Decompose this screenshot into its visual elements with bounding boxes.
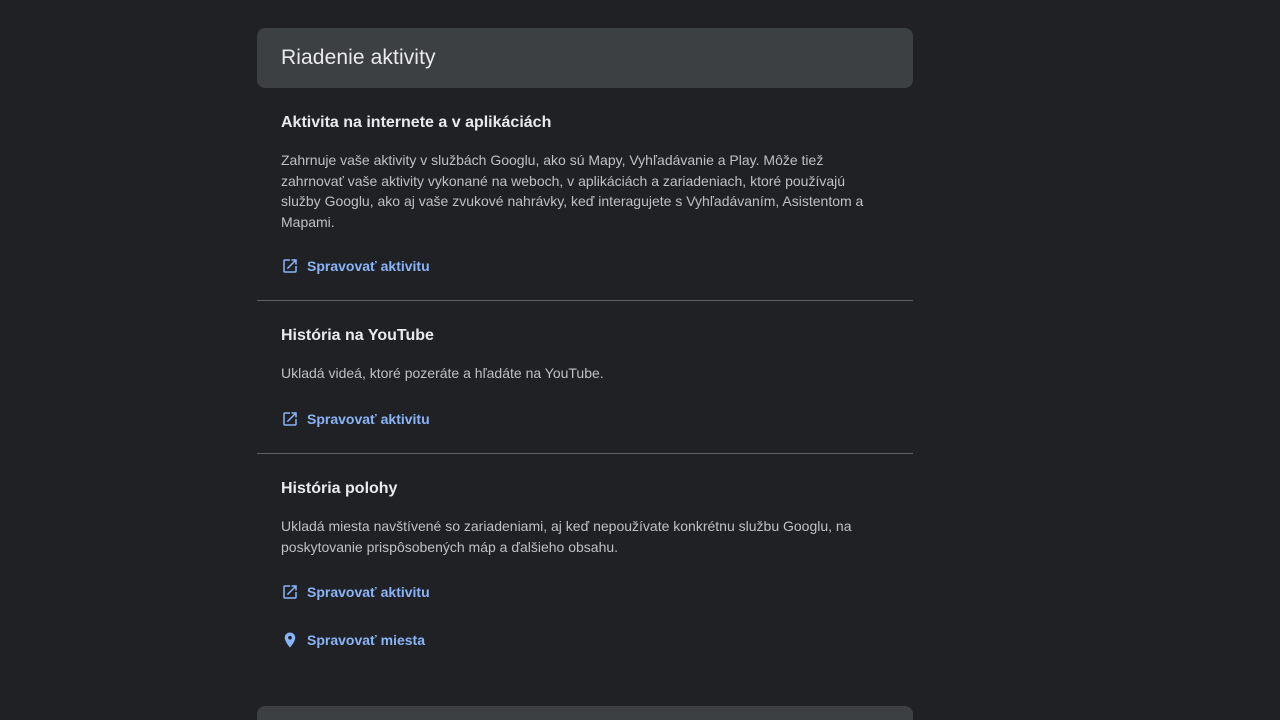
section-description: Zahrnuje vaše aktivity v službách Googlu… [281,152,864,230]
section-description: Ukladá miesta navštívené so zariadeniami… [281,518,852,555]
open-in-new-icon [283,412,297,426]
link-label: Spravovať aktivitu [307,411,430,427]
section-description: Ukladá videá, ktoré pozeráte a hľadáte n… [281,365,604,381]
activity-controls-header: Riadenie aktivity [257,28,913,88]
location-pin-icon [284,632,296,648]
link-label: Spravovať aktivitu [307,584,430,600]
section-location-history: História polohy Ukladá miesta navštívené… [257,479,913,669]
link-label: Spravovať aktivitu [307,258,430,274]
section-divider [257,453,913,454]
section-youtube-history: História na YouTube Ukladá videá, ktoré … [257,326,913,446]
link-label: Spravovať miesta [307,632,425,648]
next-card-header [257,706,913,720]
manage-places-link[interactable]: Spravovať miesta [281,628,425,652]
activity-controls-page: Riadenie aktivity Aktivita na internete … [0,0,1280,720]
section-web-app-activity: Aktivita na internete a v aplikáciách Za… [257,113,913,288]
manage-activity-link-location[interactable]: Spravovať aktivitu [281,580,430,604]
section-title: História polohy [281,480,398,497]
section-title: História na YouTube [281,327,434,344]
section-divider [257,300,913,301]
page-title: Riadenie aktivity [281,46,436,69]
open-in-new-icon [283,585,297,599]
open-in-new-icon [283,259,297,273]
manage-activity-link-youtube[interactable]: Spravovať aktivitu [281,407,430,431]
section-title: Aktivita na internete a v aplikáciách [281,114,552,131]
manage-activity-link-web[interactable]: Spravovať aktivitu [281,254,430,278]
